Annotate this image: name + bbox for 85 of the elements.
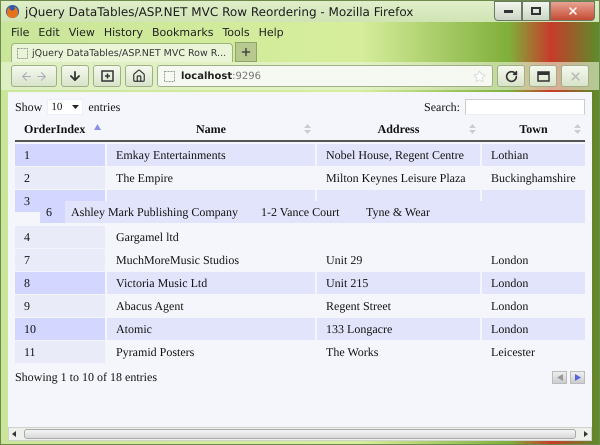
table-cell: 10 (15, 318, 105, 340)
table-cell: 7 (15, 249, 105, 271)
previous-arrow-icon (556, 374, 562, 380)
bookmarks-button[interactable] (93, 65, 121, 87)
table-cell-text: London (490, 298, 530, 314)
menu-item[interactable]: Bookmarks (152, 26, 214, 38)
table-cell: 11 (15, 341, 105, 363)
table-cell: 4 (15, 226, 105, 248)
window-title: jQuery DataTables/ASP.NET MVC Row Reordering - Mozilla Firefox (25, 4, 414, 18)
forward-icon (35, 70, 48, 82)
star-icon[interactable] (473, 70, 486, 82)
menu-item[interactable]: Tools (222, 26, 250, 38)
menu-item[interactable]: View (68, 26, 95, 38)
entries-label: entries (88, 100, 120, 114)
caret-icon (72, 105, 80, 109)
table-cell-text: The Empire (115, 170, 174, 186)
stop-icon (568, 70, 582, 82)
table-cell-text: London (490, 252, 530, 268)
home-icon (132, 69, 146, 83)
table-cell: London (482, 318, 585, 340)
show-label: Show (15, 100, 42, 114)
menu-item[interactable]: History (104, 26, 143, 38)
menu-item[interactable]: File (11, 26, 30, 38)
column-header[interactable]: Address (317, 118, 480, 140)
table-cell: Atomic (107, 318, 315, 340)
table-cell: London (482, 272, 585, 294)
table-cell: 8 (15, 272, 105, 294)
table-cell: Unit 215 (317, 272, 480, 294)
table-cell-text: Unit 29 (325, 252, 364, 268)
table-info: Showing 1 to 10 of 18 entries (15, 370, 157, 384)
scroll-right-icon (584, 431, 588, 437)
reload-button[interactable] (497, 65, 525, 87)
address-field[interactable]: localhost:9296 (157, 65, 493, 87)
table-cell: 1-2 Vance Court (261, 204, 340, 220)
window-plus-icon (100, 70, 114, 82)
entries-select[interactable]: 10 (47, 99, 84, 115)
dragged-row[interactable]: 6 Ashley Mark Publishing Company 1-2 Vance Court Tyne & Wear (40, 201, 585, 223)
browser-tab[interactable]: jQuery DataTables/ASP.NET MVC Row R... (11, 43, 233, 62)
download-button[interactable] (61, 65, 89, 87)
back-icon (20, 70, 33, 82)
plus-icon (240, 46, 252, 58)
next-arrow-icon (574, 374, 580, 380)
menu-item[interactable]: Help (258, 26, 284, 38)
home-button[interactable] (125, 65, 153, 87)
search-field[interactable] (465, 99, 585, 115)
download-icon (68, 69, 82, 83)
maximize-button[interactable] (522, 1, 550, 21)
table-cell-text: The Works (325, 344, 380, 360)
table-cell: Tyne & Wear (366, 204, 430, 220)
column-header[interactable]: Name (107, 118, 315, 140)
browser-logo-icon (5, 4, 20, 19)
next-page-button[interactable] (570, 370, 585, 384)
table-cell: 133 Longacre (317, 318, 480, 340)
minimize-button[interactable] (494, 1, 522, 21)
reload-icon (504, 70, 518, 82)
table-cell: Nobel House, Regent Centre (317, 144, 480, 166)
page-icon (17, 48, 28, 58)
close-icon (566, 5, 578, 17)
table-cell: Victoria Music Ltd (107, 272, 315, 294)
table-cell: 1 (15, 144, 105, 166)
table-cell-text: Milton Keynes Leisure Plaza (325, 170, 467, 187)
table-cell-text: Abacus Agent (115, 298, 185, 315)
table-cell-text: Regent Street (325, 298, 392, 315)
minimize-icon (504, 10, 512, 12)
table-cell: Emkay Entertainments (107, 144, 315, 166)
table-cell: 2 (15, 167, 105, 189)
page-icon (164, 70, 175, 82)
new-tab-button[interactable] (235, 42, 257, 62)
table-cell-text: Leicester (490, 344, 536, 360)
close-button[interactable] (550, 1, 595, 21)
table-cell-text: Pyramid Posters (115, 344, 196, 361)
search-label: Search: (424, 100, 460, 114)
table-cell: 9 (15, 295, 105, 317)
table-cell-text: Buckinghamshire (490, 170, 577, 187)
column-header[interactable]: Town (482, 118, 585, 140)
column-header[interactable]: OrderIndex (15, 118, 105, 140)
horizontal-scrollbar[interactable] (8, 427, 592, 441)
window-button[interactable] (529, 65, 557, 87)
table-cell-text: MuchMoreMusic Studios (115, 252, 240, 268)
maximize-icon (531, 7, 541, 15)
table-cell: Lothian (482, 144, 585, 166)
menu-item[interactable]: Edit (38, 26, 60, 38)
scroll-left-icon (12, 431, 16, 437)
window-icon (536, 70, 550, 82)
table-cell-text: Gargamel ltd (115, 228, 180, 246)
